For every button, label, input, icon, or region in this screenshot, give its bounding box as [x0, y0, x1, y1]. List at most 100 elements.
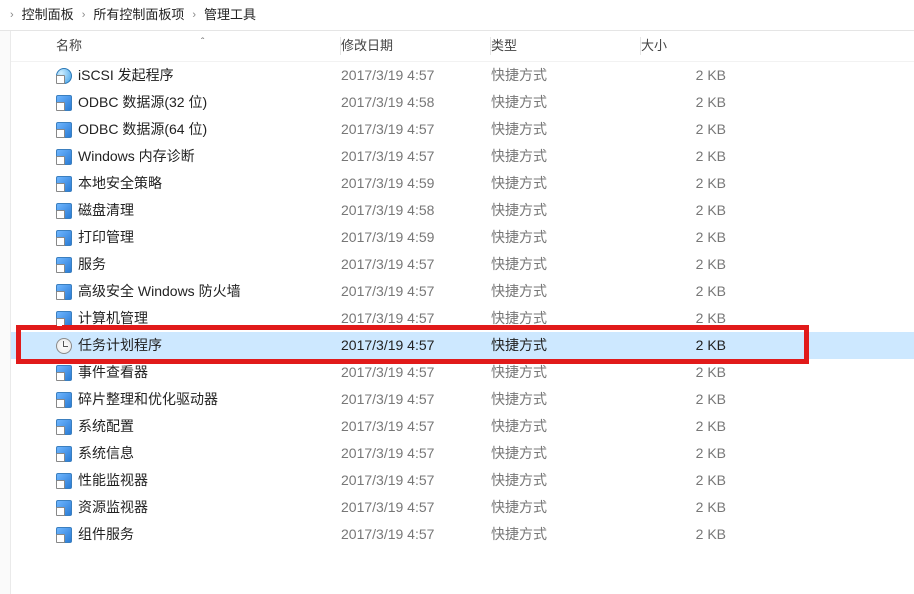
explorer-window: › 控制面板 › 所有控制面板项 › 管理工具 名称 ˆ 修改日期 类型: [0, 0, 914, 594]
list-item[interactable]: 性能监视器2017/3/19 4:57快捷方式2 KB: [11, 467, 914, 494]
cell-name: Windows 内存诊断: [11, 143, 341, 170]
column-header-date[interactable]: 修改日期: [341, 31, 491, 61]
column-header-name[interactable]: 名称 ˆ: [11, 31, 341, 61]
list-item[interactable]: 碎片整理和优化驱动器2017/3/19 4:57快捷方式2 KB: [11, 386, 914, 413]
cell-size: 2 KB: [641, 89, 781, 116]
file-name: 系统配置: [78, 413, 134, 440]
cell-name: iSCSI 发起程序: [11, 62, 341, 89]
list-item[interactable]: 打印管理2017/3/19 4:59快捷方式2 KB: [11, 224, 914, 251]
list-item[interactable]: 组件服务2017/3/19 4:57快捷方式2 KB: [11, 521, 914, 548]
cell-date: 2017/3/19 4:57: [341, 521, 491, 548]
cell-date: 2017/3/19 4:58: [341, 197, 491, 224]
list-item[interactable]: 事件查看器2017/3/19 4:57快捷方式2 KB: [11, 359, 914, 386]
cell-type: 快捷方式: [491, 89, 641, 116]
shortcut-icon: [56, 473, 72, 489]
cell-name: 服务: [11, 251, 341, 278]
file-name: 打印管理: [78, 224, 134, 251]
list-item[interactable]: 高级安全 Windows 防火墙2017/3/19 4:57快捷方式2 KB: [11, 278, 914, 305]
shortcut-icon: [56, 257, 72, 273]
column-headers: 名称 ˆ 修改日期 类型 大小: [11, 31, 914, 62]
cell-date: 2017/3/19 4:57: [341, 413, 491, 440]
file-name: 服务: [78, 251, 106, 278]
list-item[interactable]: 系统配置2017/3/19 4:57快捷方式2 KB: [11, 413, 914, 440]
cell-name: 系统信息: [11, 440, 341, 467]
shortcut-icon: [56, 230, 72, 246]
cell-date: 2017/3/19 4:59: [341, 170, 491, 197]
file-list: 名称 ˆ 修改日期 类型 大小 iSCSI 发起程序 2017/3/19 4:57…: [11, 31, 914, 594]
breadcrumb-item[interactable]: 控制面板: [22, 0, 74, 30]
column-header-label: 名称: [56, 38, 82, 53]
shortcut-icon: [56, 311, 72, 327]
cell-type: 快捷方式: [491, 116, 641, 143]
cell-name: 性能监视器: [11, 467, 341, 494]
cell-type: 快捷方式: [491, 494, 641, 521]
file-name: ODBC 数据源(64 位): [78, 116, 207, 143]
file-name: 本地安全策略: [78, 170, 162, 197]
column-header-size[interactable]: 大小: [641, 31, 781, 61]
chevron-right-icon: ›: [80, 0, 88, 30]
cell-type: 快捷方式: [491, 359, 641, 386]
file-name: 任务计划程序: [78, 332, 162, 359]
list-item[interactable]: 计算机管理2017/3/19 4:57快捷方式2 KB: [11, 305, 914, 332]
cell-date: 2017/3/19 4:57: [341, 62, 491, 89]
list-item[interactable]: ODBC 数据源(64 位)2017/3/19 4:57快捷方式2 KB: [11, 116, 914, 143]
cell-type: 快捷方式: [491, 386, 641, 413]
cell-size: 2 KB: [641, 440, 781, 467]
chevron-right-icon: ›: [190, 0, 198, 30]
cell-type: 快捷方式: [491, 224, 641, 251]
cell-name: 计算机管理: [11, 305, 341, 332]
breadcrumb[interactable]: › 控制面板 › 所有控制面板项 › 管理工具: [0, 0, 914, 31]
cell-type: 快捷方式: [491, 143, 641, 170]
shortcut-icon: [56, 176, 72, 192]
cell-type: 快捷方式: [491, 278, 641, 305]
list-item[interactable]: 磁盘清理2017/3/19 4:58快捷方式2 KB: [11, 197, 914, 224]
shortcut-icon: [56, 446, 72, 462]
cell-date: 2017/3/19 4:59: [341, 224, 491, 251]
breadcrumb-item[interactable]: 管理工具: [204, 0, 256, 30]
cell-name: 系统配置: [11, 413, 341, 440]
cell-name: 任务计划程序: [11, 332, 341, 359]
nav-pane-edge: [0, 31, 11, 594]
file-name: 组件服务: [78, 521, 134, 548]
chevron-right-icon: ›: [8, 0, 16, 30]
cell-date: 2017/3/19 4:57: [341, 116, 491, 143]
shortcut-icon: [56, 419, 72, 435]
cell-type: 快捷方式: [491, 170, 641, 197]
list-item[interactable]: iSCSI 发起程序2017/3/19 4:57快捷方式2 KB: [11, 62, 914, 89]
cell-size: 2 KB: [641, 143, 781, 170]
cell-name: 碎片整理和优化驱动器: [11, 386, 341, 413]
cell-size: 2 KB: [641, 386, 781, 413]
shortcut-icon: [56, 122, 72, 138]
shortcut-icon: [56, 500, 72, 516]
list-item[interactable]: 任务计划程序2017/3/19 4:57快捷方式2 KB: [11, 332, 914, 359]
cell-type: 快捷方式: [491, 305, 641, 332]
cell-size: 2 KB: [641, 305, 781, 332]
list-item[interactable]: Windows 内存诊断2017/3/19 4:57快捷方式2 KB: [11, 143, 914, 170]
cell-name: 事件查看器: [11, 359, 341, 386]
clock-icon: [56, 338, 72, 354]
cell-name: 打印管理: [11, 224, 341, 251]
cell-name: 高级安全 Windows 防火墙: [11, 278, 341, 305]
breadcrumb-item[interactable]: 所有控制面板项: [93, 0, 184, 30]
cell-name: 资源监视器: [11, 494, 341, 521]
cell-type: 快捷方式: [491, 62, 641, 89]
file-name: 计算机管理: [78, 305, 148, 332]
list-item[interactable]: ODBC 数据源(32 位)2017/3/19 4:58快捷方式2 KB: [11, 89, 914, 116]
list-item[interactable]: 本地安全策略 2017/3/19 4:59快捷方式2 KB: [11, 170, 914, 197]
column-header-label: 修改日期: [341, 38, 393, 53]
list-item[interactable]: 资源监视器2017/3/19 4:57快捷方式2 KB: [11, 494, 914, 521]
column-header-type[interactable]: 类型: [491, 31, 641, 61]
cell-size: 2 KB: [641, 170, 781, 197]
cell-date: 2017/3/19 4:57: [341, 143, 491, 170]
shortcut-icon: [56, 284, 72, 300]
file-name: iSCSI 发起程序: [78, 62, 174, 89]
cell-date: 2017/3/19 4:57: [341, 494, 491, 521]
cell-type: 快捷方式: [491, 440, 641, 467]
file-name: 磁盘清理: [78, 197, 134, 224]
cell-date: 2017/3/19 4:57: [341, 467, 491, 494]
list-item[interactable]: 系统信息2017/3/19 4:57快捷方式2 KB: [11, 440, 914, 467]
cell-type: 快捷方式: [491, 197, 641, 224]
file-name: 碎片整理和优化驱动器: [78, 386, 218, 413]
shortcut-icon: [56, 95, 72, 111]
list-item[interactable]: 服务2017/3/19 4:57快捷方式2 KB: [11, 251, 914, 278]
